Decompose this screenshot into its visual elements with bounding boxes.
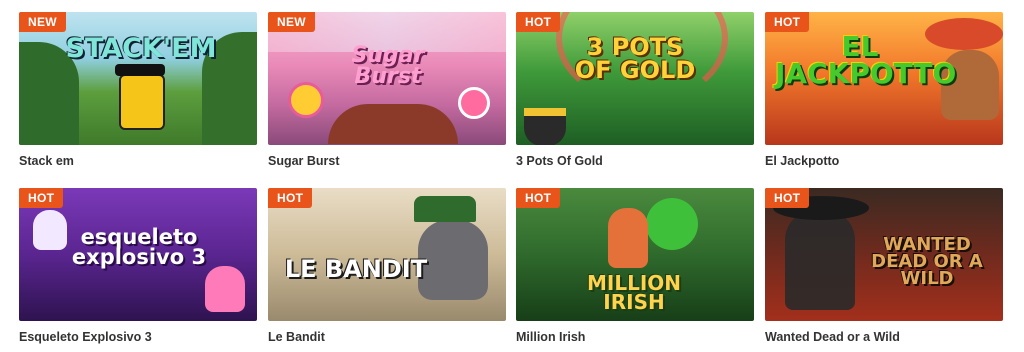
game-thumbnail[interactable]: HOT LE BANDIT xyxy=(268,188,506,321)
game-title[interactable]: Wanted Dead or a Wild xyxy=(765,330,1003,344)
hot-badge: HOT xyxy=(268,188,313,208)
game-title[interactable]: El Jackpotto xyxy=(765,154,1003,168)
game-title[interactable]: Million Irish xyxy=(516,330,754,344)
new-badge: NEW xyxy=(268,12,315,32)
game-card-esqueleto-explosivo-3[interactable]: HOT esqueleto explosivo 3 Esqueleto Expl… xyxy=(19,188,257,344)
hot-badge: HOT xyxy=(765,12,810,32)
game-card-3-pots-of-gold[interactable]: HOT 3 POTS OF GOLD 3 Pots Of Gold xyxy=(516,12,754,168)
game-grid: NEW STACK'EM Stack em NEW Sugar Burst Su… xyxy=(0,0,1024,352)
game-logo: EL JACKPOTTO xyxy=(775,30,957,90)
new-badge: NEW xyxy=(19,12,66,32)
game-thumbnail[interactable]: NEW Sugar Burst xyxy=(268,12,506,145)
game-card-sugar-burst[interactable]: NEW Sugar Burst Sugar Burst xyxy=(268,12,506,168)
game-card-wanted-dead-or-a-wild[interactable]: HOT WANTED DEAD OR A WILD Wanted Dead or… xyxy=(765,188,1003,344)
candy-icon xyxy=(458,87,490,119)
skull-icon xyxy=(205,266,245,312)
hot-badge: HOT xyxy=(516,12,561,32)
leprechaun-icon xyxy=(608,208,648,268)
game-title[interactable]: Stack em xyxy=(19,154,257,168)
game-thumbnail[interactable]: HOT MILLION IRISH xyxy=(516,188,754,321)
game-logo: STACK'EM xyxy=(65,33,217,64)
game-logo: Sugar Burst xyxy=(351,43,425,89)
clover-icon xyxy=(646,198,698,250)
game-title[interactable]: Sugar Burst xyxy=(268,154,506,168)
game-card-le-bandit[interactable]: HOT LE BANDIT Le Bandit xyxy=(268,188,506,344)
pot-of-gold-icon xyxy=(524,108,566,145)
game-thumbnail[interactable]: HOT esqueleto explosivo 3 xyxy=(19,188,257,321)
game-logo: LE BANDIT xyxy=(284,255,428,283)
game-logo: 3 POTS OF GOLD xyxy=(574,33,696,84)
hat-icon xyxy=(414,196,476,222)
game-logo: esqueleto explosivo 3 xyxy=(71,225,207,269)
hot-badge: HOT xyxy=(516,188,561,208)
mascot-icon xyxy=(119,74,165,130)
game-logo: WANTED DEAD OR A WILD xyxy=(871,234,983,290)
cowboy-icon xyxy=(785,210,855,310)
hot-badge: HOT xyxy=(19,188,64,208)
game-card-stack-em[interactable]: NEW STACK'EM Stack em xyxy=(19,12,257,168)
game-thumbnail[interactable]: HOT EL JACKPOTTO xyxy=(765,12,1003,145)
game-thumbnail[interactable]: HOT WANTED DEAD OR A WILD xyxy=(765,188,1003,321)
game-thumbnail[interactable]: NEW STACK'EM xyxy=(19,12,257,145)
game-card-el-jackpotto[interactable]: HOT EL JACKPOTTO El Jackpotto xyxy=(765,12,1003,168)
game-logo: MILLION IRISH xyxy=(586,271,681,314)
game-title[interactable]: Le Bandit xyxy=(268,330,506,344)
game-title[interactable]: Esqueleto Explosivo 3 xyxy=(19,330,257,344)
hot-badge: HOT xyxy=(765,188,810,208)
game-title[interactable]: 3 Pots Of Gold xyxy=(516,154,754,168)
game-thumbnail[interactable]: HOT 3 POTS OF GOLD xyxy=(516,12,754,145)
game-card-million-irish[interactable]: HOT MILLION IRISH Million Irish xyxy=(516,188,754,344)
candy-icon xyxy=(288,82,324,118)
